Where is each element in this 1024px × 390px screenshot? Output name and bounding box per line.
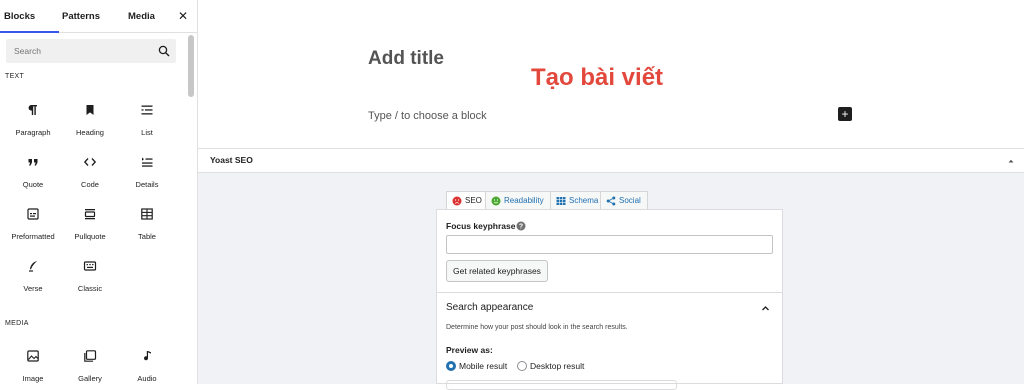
block-label: List (141, 128, 153, 137)
yoast-panel-body: SEO Readability Schema Social Focus keyp… (198, 173, 1024, 390)
schema-grid-icon (556, 197, 566, 205)
block-label: Heading (76, 128, 104, 137)
yoast-panel-title: Yoast SEO (210, 155, 253, 165)
image-icon (27, 350, 39, 362)
block-classic[interactable]: Classic (61, 259, 119, 303)
category-label-text: TEXT (5, 73, 25, 80)
block-gallery[interactable]: Gallery (61, 349, 119, 384)
search-appearance-description: Determine how your post should look in t… (446, 324, 628, 331)
search-appearance-title[interactable]: Search appearance (446, 302, 533, 313)
block-label: Pullquote (74, 232, 106, 241)
quote-icon (28, 159, 38, 166)
paragraph-icon (28, 105, 37, 115)
tab-label: Schema (569, 196, 599, 205)
heading-icon (86, 105, 94, 115)
get-related-keyphrases-button[interactable]: Get related keyphrases (446, 260, 548, 282)
classic-icon (83, 261, 97, 271)
block-label: Paragraph (15, 128, 51, 137)
focus-keyphrase-label: Focus keyphrase (446, 221, 516, 231)
details-icon (142, 157, 153, 167)
block-preformatted[interactable]: Preformatted (4, 207, 62, 251)
scrollbar-thumb[interactable] (188, 35, 194, 97)
share-icon (606, 196, 616, 206)
desktop-result-radio[interactable]: Desktop result (517, 361, 584, 371)
verse-icon (29, 261, 37, 272)
overlay-caption: Tạo bài viết (531, 64, 664, 91)
tab-label: Readability (504, 196, 544, 205)
readability-smile-icon (491, 196, 501, 206)
block-label: Quote (22, 180, 44, 189)
chevron-up-icon[interactable] (761, 304, 770, 313)
radio-label: Desktop result (530, 361, 585, 371)
svg-text:?: ? (519, 224, 523, 231)
block-verse[interactable]: Verse (4, 259, 62, 303)
search-input[interactable] (6, 39, 146, 63)
block-label: Verse (23, 284, 43, 293)
category-label-media: MEDIA (5, 320, 29, 327)
block-label: Table (138, 232, 156, 241)
tab-media[interactable]: Media (128, 0, 155, 32)
block-quote[interactable]: Quote (4, 155, 62, 199)
yoast-panel-header[interactable]: Yoast SEO (198, 148, 1024, 173)
tab-patterns[interactable]: Patterns (62, 0, 100, 32)
audio-icon (144, 351, 151, 361)
tab-social[interactable]: Social (600, 191, 648, 210)
snippet-preview-box (446, 380, 677, 390)
mobile-result-radio[interactable]: Mobile result (446, 361, 507, 371)
table-icon (141, 208, 153, 220)
search-icon[interactable] (158, 45, 170, 57)
tab-label: Social (619, 196, 641, 205)
code-icon (83, 158, 97, 166)
tab-blocks[interactable]: Blocks (0, 0, 60, 33)
block-inserter-sidebar: Blocks Patterns Media ✕ TEXT Paragraph H… (0, 0, 198, 384)
block-label: Audio (137, 374, 157, 383)
tab-readability[interactable]: Readability (485, 191, 551, 210)
plus-icon[interactable]: + (838, 107, 852, 121)
block-label: Classic (77, 284, 103, 293)
block-image[interactable]: Image (4, 349, 62, 384)
block-heading[interactable]: Heading (61, 103, 119, 147)
block-label: Image (22, 374, 44, 383)
block-label: Details (135, 180, 159, 189)
radio-label: Mobile result (459, 361, 508, 371)
close-icon[interactable]: ✕ (176, 9, 190, 23)
editor-canvas: Add title Tạo bài viết Type / to choose … (198, 0, 1024, 148)
block-table[interactable]: Table (118, 207, 176, 251)
block-label: Code (81, 180, 99, 189)
block-paragraph[interactable]: Paragraph (4, 103, 62, 147)
tab-seo[interactable]: SEO (446, 191, 486, 211)
block-audio[interactable]: Audio (118, 349, 176, 384)
pullquote-icon (84, 209, 96, 220)
block-label: Preformatted (11, 232, 55, 241)
block-code[interactable]: Code (61, 155, 119, 199)
caret-up-icon[interactable] (1007, 157, 1015, 165)
divider (437, 292, 782, 293)
radio-dot (517, 361, 527, 371)
radio-dot (446, 361, 456, 371)
preformatted-icon (27, 208, 39, 220)
seo-tab-panel: Focus keyphrase ? Get related keyphrases (436, 209, 783, 384)
block-list[interactable]: List (118, 103, 176, 147)
block-details[interactable]: Details (118, 155, 176, 199)
gallery-icon (84, 350, 97, 362)
inserter-tabs: Blocks Patterns Media ✕ (0, 0, 197, 33)
block-search (6, 39, 176, 63)
block-label: Gallery (78, 374, 102, 383)
list-icon (141, 105, 153, 115)
focus-keyphrase-input[interactable] (446, 235, 773, 254)
block-appender[interactable]: Type / to choose a block (368, 110, 487, 122)
help-icon[interactable]: ? (516, 221, 526, 231)
tab-label: SEO (465, 196, 482, 205)
seo-sad-face-icon (452, 196, 462, 206)
tab-schema[interactable]: Schema (550, 191, 601, 210)
preview-as-label: Preview as: (446, 345, 493, 355)
sidebar-scrollbar[interactable] (187, 33, 194, 384)
post-title-input[interactable]: Add title (368, 48, 444, 70)
block-pullquote[interactable]: Pullquote (61, 207, 119, 251)
